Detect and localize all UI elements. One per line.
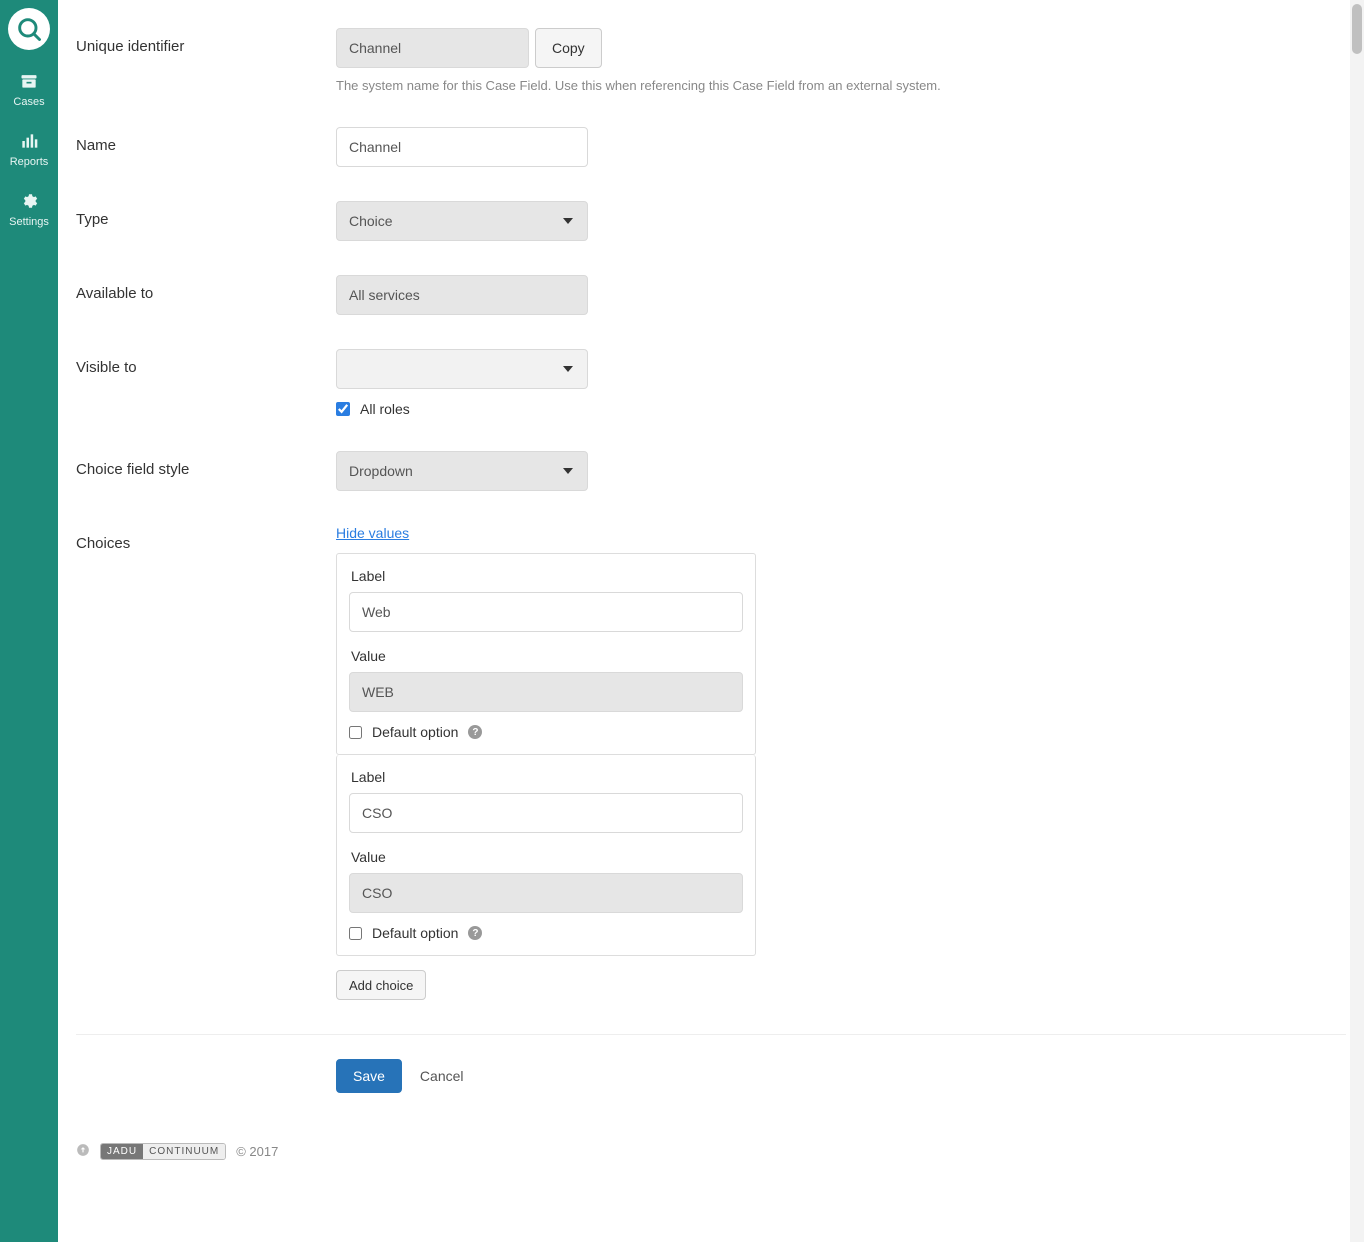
choice-value-heading: Value [351, 849, 743, 865]
gear-icon [18, 190, 40, 212]
type-label: Type [76, 201, 336, 228]
choice-value-field: WEB [349, 672, 743, 712]
available-label: Available to [76, 275, 336, 302]
type-select[interactable]: Choice [336, 201, 588, 241]
choice-item: Label Value CSO Default option ? [336, 755, 756, 956]
style-select[interactable]: Dropdown [336, 451, 588, 491]
save-button[interactable]: Save [336, 1059, 402, 1093]
app-logo[interactable] [8, 8, 50, 50]
choice-label-input[interactable] [349, 793, 743, 833]
default-option-checkbox[interactable] [349, 927, 362, 940]
archive-icon [18, 70, 40, 92]
sidebar-item-settings[interactable]: Settings [9, 190, 49, 228]
sidebar-label: Settings [9, 216, 49, 228]
sidebar-item-cases[interactable]: Cases [13, 70, 44, 108]
choice-label-input[interactable] [349, 592, 743, 632]
name-input[interactable] [336, 127, 588, 167]
cancel-button[interactable]: Cancel [420, 1068, 464, 1084]
chevron-down-icon [563, 468, 573, 474]
default-option-label: Default option [372, 724, 458, 740]
choice-value-heading: Value [351, 648, 743, 664]
chevron-down-icon [563, 366, 573, 372]
chevron-down-icon [563, 218, 573, 224]
footer: JADU CONTINUUM © 2017 [76, 1143, 1346, 1180]
unique-id-help: The system name for this Case Field. Use… [336, 78, 941, 93]
scrollbar-thumb[interactable] [1352, 4, 1362, 54]
visible-label: Visible to [76, 349, 336, 376]
all-roles-checkbox[interactable] [336, 402, 350, 416]
sidebar-label: Cases [13, 96, 44, 108]
style-label: Choice field style [76, 451, 336, 478]
copy-button[interactable]: Copy [535, 28, 602, 68]
sidebar: Cases Reports Settings [0, 0, 58, 1242]
default-option-label: Default option [372, 925, 458, 941]
unique-id-field: Channel [336, 28, 529, 68]
choice-item: Label Value WEB Default option ? [336, 553, 756, 755]
available-to-field: All services [336, 275, 588, 315]
default-option-checkbox[interactable] [349, 726, 362, 739]
choice-value-field: CSO [349, 873, 743, 913]
help-icon[interactable]: ? [468, 926, 482, 940]
main-content: Unique identifier Channel Copy The syste… [58, 0, 1364, 1242]
divider [76, 1034, 1346, 1035]
name-label: Name [76, 127, 336, 154]
help-icon[interactable]: ? [468, 725, 482, 739]
hide-values-link[interactable]: Hide values [336, 525, 409, 541]
scrollbar-track[interactable] [1350, 0, 1364, 1242]
add-choice-button[interactable]: Add choice [336, 970, 426, 1000]
choice-label-heading: Label [351, 568, 743, 584]
visible-to-select[interactable] [336, 349, 588, 389]
copyright: © 2017 [236, 1144, 278, 1159]
logo-icon [15, 15, 43, 43]
arrow-up-icon[interactable] [76, 1143, 90, 1160]
sidebar-item-reports[interactable]: Reports [10, 130, 49, 168]
bar-chart-icon [18, 130, 40, 152]
choices-label: Choices [76, 525, 336, 552]
unique-id-label: Unique identifier [76, 28, 336, 55]
sidebar-label: Reports [10, 156, 49, 168]
brand-badge: JADU CONTINUUM [100, 1143, 226, 1160]
all-roles-label: All roles [360, 401, 410, 417]
choice-label-heading: Label [351, 769, 743, 785]
